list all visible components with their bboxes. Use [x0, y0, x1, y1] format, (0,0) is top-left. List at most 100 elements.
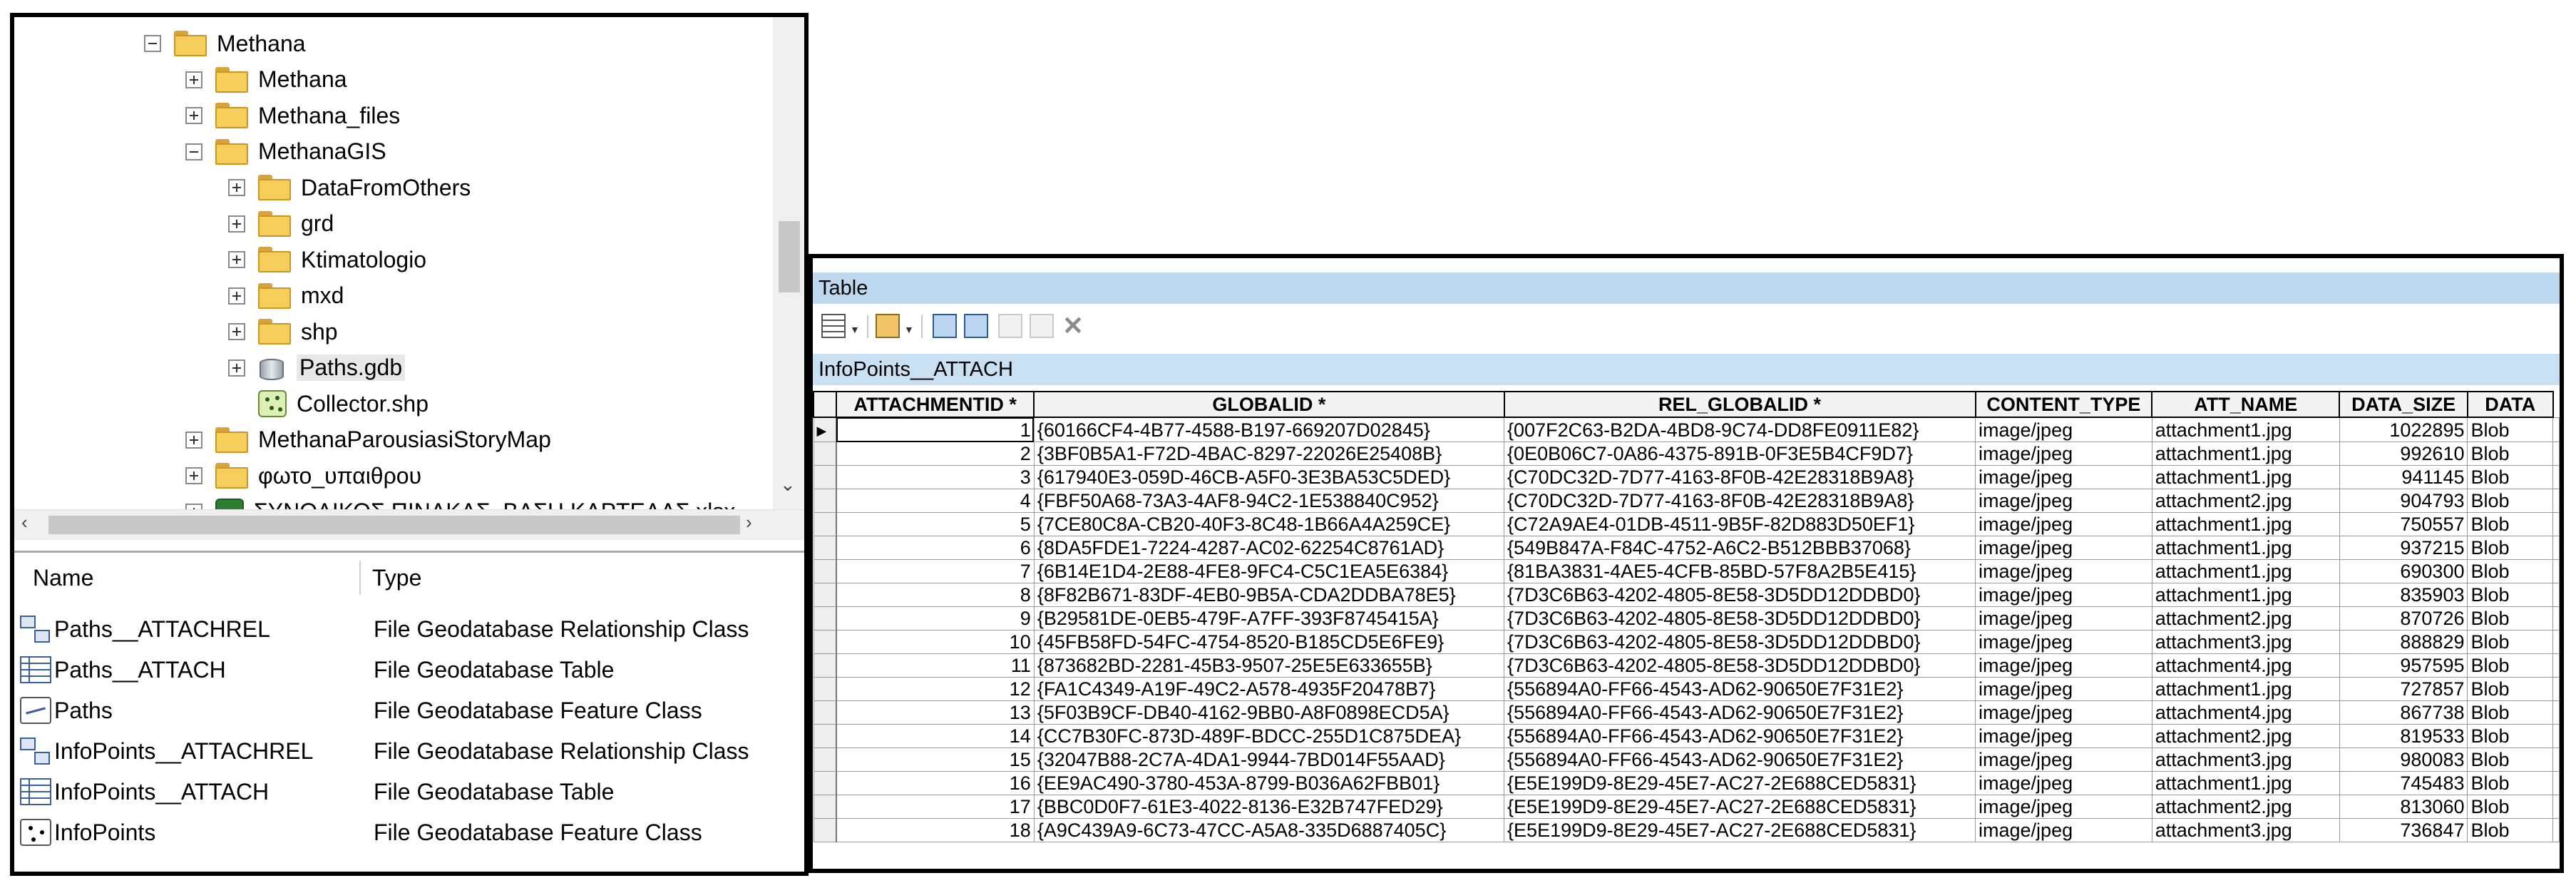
table-cell[interactable]: Blob — [2467, 489, 2553, 513]
table-cell[interactable]: {8DA5FDE1-7224-4287-AC02-62254C8761AD} — [1033, 536, 1505, 560]
table-cell[interactable]: Blob — [2467, 747, 2553, 772]
tree-horizontal-scroll-thumb[interactable] — [48, 516, 740, 534]
select-by-attributes-icon[interactable] — [933, 314, 957, 338]
table-cell[interactable]: {556894A0-FF66-4543-AD62-90650E7F31E2} — [1504, 700, 1976, 725]
table-cell[interactable]: 813060 — [2339, 795, 2468, 819]
table-cell[interactable]: {32047B88-2C7A-4DA1-9944-7BD014F55AAD} — [1033, 747, 1505, 772]
table-cell[interactable]: attachment1.jpg — [2151, 771, 2340, 795]
tree-node[interactable]: ΣΥΝΟΛΙΚΟΣ ΠΙΝΑΚΑΣ_ΒΑΣΗ ΚΑΡΤΕΛΑΣ.xlsx — [185, 494, 735, 509]
table-cell[interactable]: 8 — [836, 583, 1035, 607]
table-options-dropdown-icon[interactable]: ▼ — [850, 324, 860, 335]
related-tables-icon[interactable] — [876, 314, 900, 338]
column-header[interactable]: GLOBALID * — [1033, 391, 1505, 418]
table-cell[interactable]: 819533 — [2339, 724, 2468, 748]
table-cell[interactable]: image/jpeg — [1975, 771, 2152, 795]
expand-icon[interactable] — [228, 359, 245, 377]
table-cell[interactable]: attachment2.jpg — [2151, 606, 2340, 631]
row-selector[interactable] — [813, 795, 837, 819]
row-selector[interactable] — [813, 700, 837, 725]
table-cell[interactable]: 2 — [836, 442, 1035, 466]
contents-item[interactable]: InfoPoints__ATTACH — [20, 772, 269, 812]
table-options-icon[interactable] — [821, 314, 846, 338]
table-cell[interactable]: Blob — [2467, 606, 2553, 631]
table-cell[interactable]: 941145 — [2339, 465, 2468, 489]
table-cell[interactable]: 835903 — [2339, 583, 2468, 607]
table-cell[interactable]: 18 — [836, 818, 1035, 842]
table-row[interactable]: 18 {A9C439A9-6C73-47CC-A5A8-335D6887405C}… — [813, 818, 2560, 842]
expand-icon[interactable] — [185, 503, 202, 509]
table-row[interactable]: ▶ 1 {60166CF4-4B77-4588-B197-669207D02845}… — [813, 417, 2560, 442]
table-cell[interactable]: {556894A0-FF66-4543-AD62-90650E7F31E2} — [1504, 747, 1976, 772]
table-cell[interactable]: {EE9AC490-3780-453A-8799-B036A62FBB01} — [1033, 771, 1505, 795]
tree-node[interactable]: MethanaGIS — [185, 134, 386, 170]
table-cell[interactable]: 957595 — [2339, 653, 2468, 678]
table-cell[interactable]: attachment3.jpg — [2151, 818, 2340, 842]
table-cell[interactable]: {E5E199D9-8E29-45E7-AC27-2E688CED5831} — [1504, 795, 1976, 819]
related-tables-dropdown-icon[interactable]: ▼ — [904, 324, 914, 335]
table-cell[interactable]: image/jpeg — [1975, 442, 2152, 466]
contents-item[interactable]: Paths__ATTACHREL — [20, 609, 270, 649]
table-cell[interactable]: 937215 — [2339, 536, 2468, 560]
table-cell[interactable]: image/jpeg — [1975, 559, 2152, 583]
table-cell[interactable]: {FBF50A68-73A3-4AF8-94C2-1E538840C952} — [1033, 489, 1505, 513]
table-cell[interactable]: 904793 — [2339, 489, 2468, 513]
row-selector[interactable] — [813, 724, 837, 748]
table-cell[interactable]: {BBC0D0F7-61E3-4022-8136-E32B747FED29} — [1033, 795, 1505, 819]
table-cell[interactable]: image/jpeg — [1975, 417, 2152, 442]
tree-node[interactable]: Methana — [144, 26, 306, 61]
table-cell[interactable]: attachment1.jpg — [2151, 417, 2340, 442]
table-cell[interactable]: 13 — [836, 700, 1035, 725]
row-selector[interactable] — [813, 583, 837, 607]
row-selector[interactable] — [813, 536, 837, 560]
table-cell[interactable]: 15 — [836, 747, 1035, 772]
table-cell[interactable]: Blob — [2467, 536, 2553, 560]
table-cell[interactable]: 992610 — [2339, 442, 2468, 466]
table-row[interactable]: 3 {617940E3-059D-46CB-A5F0-3E3BA53C5DED}{… — [813, 465, 2560, 489]
table-cell[interactable]: {7D3C6B63-4202-4805-8E58-3D5DD12DDBD0} — [1504, 653, 1976, 678]
tree-node[interactable]: grd — [228, 206, 334, 242]
table-cell[interactable]: Blob — [2467, 677, 2553, 701]
tree-node[interactable]: DataFromOthers — [228, 170, 471, 205]
row-selector[interactable] — [813, 465, 837, 489]
table-cell[interactable]: 888829 — [2339, 630, 2468, 654]
table-cell[interactable]: 750557 — [2339, 512, 2468, 536]
table-cell[interactable]: attachment2.jpg — [2151, 724, 2340, 748]
table-cell[interactable]: attachment1.jpg — [2151, 465, 2340, 489]
table-row[interactable]: 7 {6B14E1D4-2E88-4FE8-9FC4-C5C1EA5E6384}{… — [813, 559, 2560, 583]
expand-icon[interactable] — [185, 431, 202, 449]
table-cell[interactable]: {0E0B06C7-0A86-4375-891B-0F3E5B4CF9D7} — [1504, 442, 1976, 466]
table-cell[interactable]: {556894A0-FF66-4543-AD62-90650E7F31E2} — [1504, 724, 1976, 748]
table-cell[interactable]: image/jpeg — [1975, 583, 2152, 607]
table-cell[interactable]: Blob — [2467, 417, 2553, 442]
table-cell[interactable]: {E5E199D9-8E29-45E7-AC27-2E688CED5831} — [1504, 818, 1976, 842]
table-cell[interactable]: 17 — [836, 795, 1035, 819]
table-row[interactable]: 16 {EE9AC490-3780-453A-8799-B036A62FBB01}… — [813, 771, 2560, 795]
table-cell[interactable]: 745483 — [2339, 771, 2468, 795]
table-cell[interactable]: {6B14E1D4-2E88-4FE8-9FC4-C5C1EA5E6384} — [1033, 559, 1505, 583]
table-cell[interactable]: 12 — [836, 677, 1035, 701]
table-cell[interactable]: 980083 — [2339, 747, 2468, 772]
table-cell[interactable]: Blob — [2467, 795, 2553, 819]
table-cell[interactable]: 11 — [836, 653, 1035, 678]
switch-selection-icon[interactable] — [964, 314, 988, 338]
expand-icon[interactable] — [228, 323, 245, 340]
clear-selection-icon[interactable] — [998, 314, 1022, 338]
table-cell[interactable]: 14 — [836, 724, 1035, 748]
table-cell[interactable]: {45FB58FD-54FC-4754-8520-B185CD5E6FE9} — [1033, 630, 1505, 654]
tree-node[interactable]: MethanaParousiasiStoryMap — [185, 422, 551, 458]
column-divider[interactable] — [359, 561, 361, 595]
table-cell[interactable]: 9 — [836, 606, 1035, 631]
collapse-icon[interactable] — [144, 35, 161, 52]
table-cell[interactable]: image/jpeg — [1975, 677, 2152, 701]
table-row[interactable]: 11 {873682BD-2281-45B3-9507-25E5E633655B}… — [813, 653, 2560, 678]
table-cell[interactable]: {B29581DE-0EB5-479F-A7FF-393F8745415A} — [1033, 606, 1505, 631]
contents-header-name[interactable]: Name — [33, 565, 93, 591]
table-cell[interactable]: Blob — [2467, 818, 2553, 842]
table-cell[interactable]: image/jpeg — [1975, 489, 2152, 513]
tree-horizontal-scrollbar[interactable]: ‹ › — [14, 509, 804, 540]
table-row[interactable]: 12 {FA1C4349-A19F-49C2-A578-4935F20478B7}… — [813, 677, 2560, 701]
table-cell[interactable]: {FA1C4349-A19F-49C2-A578-4935F20478B7} — [1033, 677, 1505, 701]
table-cell[interactable]: attachment1.jpg — [2151, 583, 2340, 607]
scroll-left-arrow-icon[interactable]: ‹ — [21, 511, 28, 534]
table-cell[interactable]: Blob — [2467, 630, 2553, 654]
